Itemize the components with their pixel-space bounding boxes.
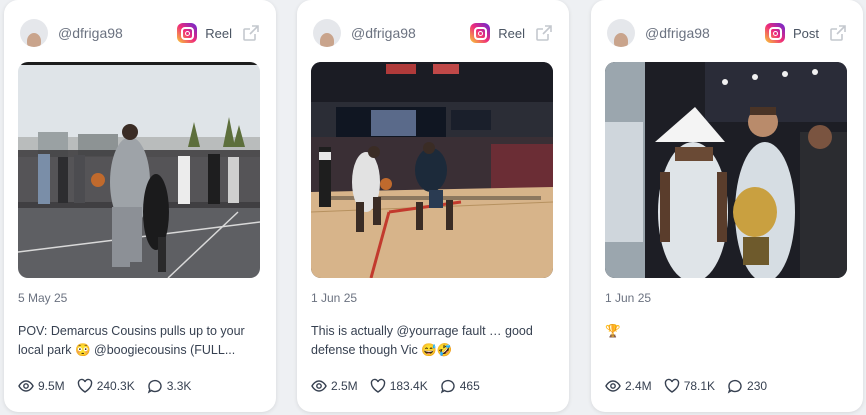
eye-icon	[605, 380, 621, 392]
likes-count: 183.4K	[389, 379, 428, 393]
external-link-icon[interactable]	[829, 24, 847, 42]
views-count: 2.5M	[331, 379, 358, 393]
post-card[interactable]: @dfriga98 Reel	[297, 0, 569, 412]
instagram-icon	[764, 23, 785, 43]
account-handle[interactable]: @dfriga98	[58, 25, 123, 41]
post-stats: 9.5M 240.3K 3.3K	[18, 378, 203, 394]
views-stat: 2.5M	[311, 378, 358, 394]
post-caption: POV: Demarcus Cousins pulls up to your l…	[18, 324, 245, 357]
account-handle[interactable]: @dfriga98	[351, 25, 416, 41]
post-type-label: Reel	[205, 25, 232, 41]
likes-count: 78.1K	[683, 379, 716, 393]
post-type-label: Post	[792, 25, 819, 41]
avatar[interactable]	[607, 19, 635, 47]
comments-count: 3.3K	[166, 379, 192, 393]
likes-count: 240.3K	[96, 379, 135, 393]
likes-stat: 183.4K	[370, 378, 428, 394]
post-stats: 2.4M 78.1K 230	[605, 378, 779, 394]
comments-count: 230	[747, 379, 768, 393]
post-caption: This is actually @yourrage fault … good …	[311, 324, 533, 357]
comments-count: 465	[459, 379, 480, 393]
likes-stat: 240.3K	[77, 378, 135, 394]
eye-icon	[311, 380, 327, 392]
heart-icon	[664, 378, 679, 393]
post-thumbnail[interactable]	[605, 62, 847, 278]
post-date: 1 Jun 25	[605, 291, 652, 305]
post-type-label: Reel	[498, 25, 525, 41]
post-caption: 🏆	[605, 324, 621, 338]
heart-icon	[77, 378, 92, 393]
post-thumbnail[interactable]	[311, 62, 553, 278]
instagram-icon	[177, 23, 198, 43]
external-link-icon[interactable]	[535, 24, 553, 42]
eye-icon	[18, 380, 34, 392]
post-date: 1 Jun 25	[311, 291, 358, 305]
post-thumbnail[interactable]	[18, 62, 260, 278]
card-header: @dfriga98 Reel	[20, 18, 260, 48]
comment-icon	[147, 379, 162, 394]
post-stats: 2.5M 183.4K 465	[311, 378, 492, 394]
comments-stat: 3.3K	[147, 378, 192, 394]
likes-stat: 78.1K	[664, 378, 715, 394]
account-handle[interactable]: @dfriga98	[645, 25, 710, 41]
external-link-icon[interactable]	[242, 24, 260, 42]
post-card[interactable]: @dfriga98 Reel	[4, 0, 276, 412]
comment-icon	[727, 379, 742, 394]
comments-stat: 230	[727, 378, 767, 394]
comment-icon	[440, 379, 455, 394]
avatar[interactable]	[313, 19, 341, 47]
instagram-icon	[470, 23, 491, 43]
views-count: 9.5M	[38, 379, 65, 393]
card-header: @dfriga98 Post	[607, 18, 847, 48]
post-card[interactable]: @dfriga98 Post 1 Jun 25 🏆 2.4M 78.1K 230	[591, 0, 863, 412]
heart-icon	[370, 378, 385, 393]
views-stat: 2.4M	[605, 378, 652, 394]
card-header: @dfriga98 Reel	[313, 18, 553, 48]
comments-stat: 465	[440, 378, 480, 394]
views-count: 2.4M	[625, 379, 652, 393]
views-stat: 9.5M	[18, 378, 65, 394]
avatar[interactable]	[20, 19, 48, 47]
post-date: 5 May 25	[18, 291, 68, 305]
